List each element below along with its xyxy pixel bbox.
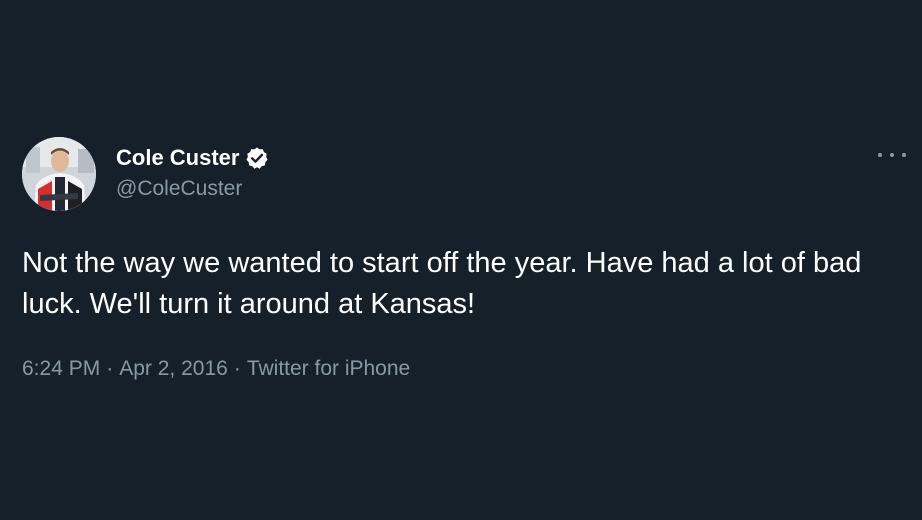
author-handle[interactable]: @ColeCuster	[116, 177, 269, 201]
tweet-text: Not the way we wanted to start off the y…	[22, 247, 862, 320]
tweet-metadata: 6:24 PM · Apr 2, 2016 · Twitter for iPho…	[22, 357, 902, 381]
tweet-header: Cole Custer @ColeCuster	[22, 137, 906, 213]
more-options-icon[interactable]	[878, 145, 906, 165]
tweet-card: Cole Custer @ColeCuster Not the way we w…	[22, 137, 906, 381]
display-name-row: Cole Custer	[116, 143, 269, 173]
more-dot	[890, 153, 894, 157]
verified-badge-icon	[245, 146, 269, 170]
avatar[interactable]	[22, 137, 96, 211]
more-dot	[878, 153, 882, 157]
tweet-source[interactable]: Twitter for iPhone	[247, 357, 410, 381]
meta-separator: ·	[106, 357, 114, 380]
more-dot	[902, 153, 906, 157]
author-block: Cole Custer @ColeCuster	[116, 143, 269, 201]
tweet-time[interactable]: 6:24 PM	[22, 357, 100, 381]
display-name[interactable]: Cole Custer	[116, 145, 239, 171]
tweet-date[interactable]: Apr 2, 2016	[119, 357, 228, 381]
meta-separator: ·	[233, 357, 241, 380]
